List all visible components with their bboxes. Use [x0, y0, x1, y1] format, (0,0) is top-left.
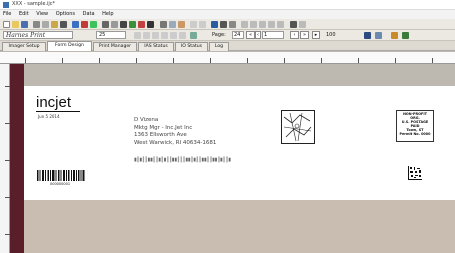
shape-tool-icon[interactable] [138, 21, 145, 28]
date-text[interactable]: Jun 5 2014 [38, 114, 60, 119]
border-icon[interactable] [259, 21, 266, 28]
label-canvas[interactable] [24, 86, 455, 200]
page-label: Page: [212, 32, 226, 38]
logo-underline [36, 111, 80, 112]
horizontal-ruler [0, 52, 455, 64]
align-icon[interactable] [160, 21, 167, 28]
address-line: 1363 Ellsworth Ave [134, 132, 187, 139]
address-block[interactable]: D Vizena Mktg Mgr - Inc.Jet Inc 1363 Ell… [134, 117, 216, 147]
menu-edit[interactable]: Edit [16, 10, 32, 18]
stop-icon[interactable] [81, 21, 88, 28]
italic-icon[interactable] [143, 32, 150, 39]
font-name-field[interactable]: Harnes Print [3, 31, 73, 39]
page-index-field[interactable]: 1 [262, 31, 284, 39]
align-left-icon[interactable] [161, 32, 168, 39]
view-mode-icon[interactable] [364, 32, 371, 39]
last-page-button[interactable]: » [300, 31, 309, 39]
menu-options[interactable]: Options [53, 10, 78, 18]
zoom-icon[interactable] [169, 21, 176, 28]
rotate-icon[interactable] [178, 21, 185, 28]
menu-file[interactable]: File [0, 10, 14, 18]
bold-icon[interactable] [134, 32, 141, 39]
main-toolbar [0, 19, 455, 30]
preview-icon[interactable] [220, 21, 227, 28]
web-area [24, 200, 455, 253]
menu-view[interactable]: View [33, 10, 51, 18]
run-icon[interactable] [90, 21, 97, 28]
linear-barcode[interactable] [37, 170, 85, 181]
app-icon [3, 2, 9, 8]
copy-icon[interactable] [42, 21, 49, 28]
barcode-number: 000000001 [50, 182, 71, 186]
properties-icon[interactable] [229, 21, 236, 28]
address-line: West Warwick, RI 40634-1681 [134, 139, 217, 146]
grid-icon[interactable] [147, 21, 154, 28]
align-center-icon[interactable] [170, 32, 177, 39]
tab-ias-status[interactable]: IAS Status [138, 42, 174, 51]
fill-icon[interactable] [268, 21, 275, 28]
paste-icon[interactable] [51, 21, 58, 28]
undo-icon[interactable] [190, 21, 197, 28]
tab-bar: Imager Setup Form Design Print Manager I… [0, 41, 455, 51]
group-icon[interactable] [290, 21, 297, 28]
font-icon[interactable] [241, 21, 248, 28]
ungroup-icon[interactable] [299, 21, 306, 28]
print-icon[interactable] [60, 21, 67, 28]
next-page-button[interactable]: › [290, 31, 299, 39]
tab-imager-setup[interactable]: Imager Setup [2, 42, 46, 51]
menu-bar: File Edit View Options Data Help [0, 10, 455, 19]
prev-page-button[interactable]: ‹ [255, 31, 261, 39]
color-icon[interactable] [250, 21, 257, 28]
web-edge [10, 64, 24, 253]
export-icon[interactable] [402, 32, 409, 39]
monitor-icon[interactable] [375, 32, 382, 39]
window-title: XXX - sample.ijc* [12, 1, 56, 7]
color-picker-icon[interactable] [190, 32, 197, 39]
tab-log[interactable]: Log [209, 42, 229, 51]
open-icon[interactable] [12, 21, 19, 28]
barcode-tool-icon[interactable] [111, 21, 118, 28]
redo-icon[interactable] [199, 21, 206, 28]
play-button[interactable]: ▸ [312, 31, 320, 39]
text-tool-icon[interactable] [102, 21, 109, 28]
menu-data[interactable]: Data [80, 10, 98, 18]
layer-icon[interactable] [277, 21, 284, 28]
cut-icon[interactable] [33, 21, 40, 28]
zoom-level[interactable]: 100 [326, 32, 336, 38]
new-icon[interactable] [3, 21, 10, 28]
datamatrix-code[interactable] [408, 166, 422, 180]
title-bar: XXX - sample.ijc* [0, 0, 455, 10]
postal-barcode[interactable]: ▮║▮║║▮▮║║▮║▮║║▮▮║║║▮▮║▮║║▮▮║║▮▮║▮║║▮ [134, 157, 231, 163]
layout-icon[interactable] [211, 21, 218, 28]
align-right-icon[interactable] [179, 32, 186, 39]
tab-io-status[interactable]: IO Status [175, 42, 208, 51]
save-icon[interactable] [21, 21, 28, 28]
format-toolbar: Harnes Print 25 Page: 24 « ‹ 1 › » ▸ 100 [0, 30, 455, 41]
page-number-field[interactable]: 24 [232, 31, 244, 39]
menu-help[interactable]: Help [99, 10, 116, 18]
map-icon [283, 112, 312, 142]
help-icon[interactable] [72, 21, 79, 28]
tab-form-design[interactable]: Form Design [47, 41, 92, 51]
company-logo[interactable]: incjet [36, 94, 71, 111]
indicia-line: Permit No. 0000 [399, 132, 431, 137]
font-size-field[interactable]: 25 [96, 31, 126, 39]
tab-print-manager[interactable]: Print Manager [93, 42, 137, 51]
line-tool-icon[interactable] [120, 21, 127, 28]
image-tool-icon[interactable] [129, 21, 136, 28]
postage-indicia[interactable]: NON-PROFIT ORG. U.S. POSTAGE PAID Town, … [396, 110, 434, 142]
underline-icon[interactable] [152, 32, 159, 39]
settings-icon[interactable] [391, 32, 398, 39]
first-page-button[interactable]: « [246, 31, 255, 39]
vertical-ruler [0, 64, 10, 253]
address-line: Mktg Mgr - Inc.Jet Inc [134, 124, 193, 131]
map-image[interactable] [281, 110, 315, 144]
address-line: D Vizena [134, 117, 159, 123]
